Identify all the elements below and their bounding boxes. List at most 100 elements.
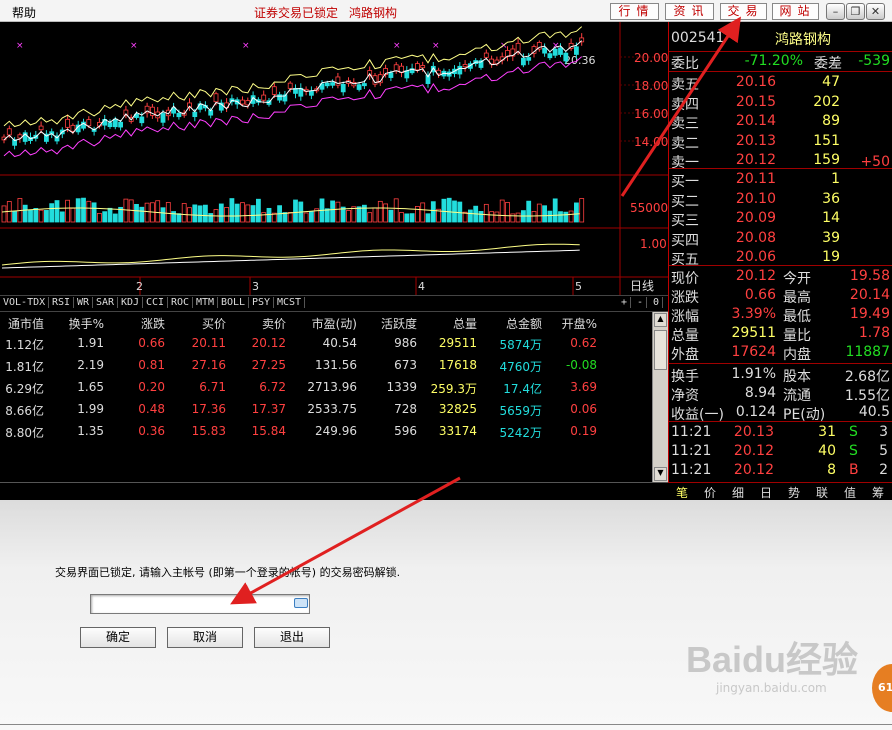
indicator-control[interactable]: 0 — [650, 297, 664, 308]
scroll-up-icon[interactable]: ▲ — [654, 313, 667, 327]
weicha-value: -539 — [858, 53, 890, 69]
stat-value: 19.49 — [849, 306, 890, 322]
indicator-tab-kdj[interactable]: KDJ — [118, 297, 144, 308]
table-cell: 27.25 — [251, 358, 286, 372]
watermark-brand: Baidu经验 — [686, 639, 858, 680]
table-cell: 20.12 — [251, 336, 286, 350]
stat-value: 20.12 — [735, 268, 776, 284]
svg-text:3: 3 — [252, 280, 259, 293]
keyboard-icon[interactable] — [294, 598, 308, 608]
exit-button[interactable]: 退出 — [254, 627, 330, 648]
table-row[interactable]: 1.81亿 2.19 0.81 27.16 27.25 131.56 673 17618 476… — [0, 356, 652, 376]
weibi-label: 委比 — [671, 56, 699, 72]
restore-icon[interactable]: ❐ — [846, 3, 865, 20]
column-header[interactable]: 买价 — [202, 315, 226, 332]
volume-axis-label: 55000 — [630, 201, 668, 215]
indicator-tab-roc[interactable]: ROC — [168, 297, 194, 308]
bid-volume: 19 — [822, 249, 840, 265]
table-row[interactable]: 8.80亿 1.35 0.36 15.83 15.84 249.96 596 33174 524… — [0, 422, 652, 442]
weicha-label: 委差 — [814, 56, 842, 72]
table-row[interactable]: 1.12亿 1.91 0.66 20.11 20.12 40.54 986 29511 5874… — [0, 334, 652, 354]
quote-tab[interactable]: 值 — [844, 484, 856, 501]
svg-text:×: × — [242, 41, 250, 51]
password-input[interactable] — [90, 594, 310, 614]
cancel-button[interactable]: 取消 — [167, 627, 243, 648]
indicator-tab-cci[interactable]: CCI — [143, 297, 169, 308]
quote-tab[interactable]: 联 — [816, 484, 828, 501]
indicator-tab-vol-tdx[interactable]: VOL-TDX — [0, 297, 50, 308]
stock-name: 鸿路钢构 — [775, 32, 831, 48]
table-cell: 17.36 — [191, 402, 226, 416]
indicator-tabs: VOL-TDX RSI WR SAR KDJ CCI ROC MTM BOLL PSY MCST + -… — [0, 295, 668, 312]
tick-time: 11:21 — [671, 443, 712, 459]
indicator-tab-rsi[interactable]: RSI — [49, 297, 75, 308]
table-cell: 0.36 — [138, 424, 165, 438]
table-cell: 131.56 — [315, 358, 357, 372]
ok-button[interactable]: 确定 — [80, 627, 156, 648]
menu-help[interactable]: 帮助 — [12, 4, 36, 21]
ask-volume: 202 — [813, 93, 840, 110]
quote-tab[interactable]: 日 — [760, 484, 772, 501]
table-cell: 1339 — [386, 380, 417, 394]
column-header[interactable]: 卖价 — [262, 315, 286, 332]
quote-tab[interactable]: 价 — [704, 484, 716, 501]
period-label[interactable]: 日线 — [630, 279, 654, 293]
column-header[interactable]: 市盈(动) — [312, 315, 357, 332]
scroll-down-icon[interactable]: ▼ — [654, 467, 667, 481]
bid-level-label: 买二 — [671, 193, 699, 210]
quote-tab[interactable]: 势 — [788, 484, 800, 501]
stat-value: 1.78 — [858, 325, 890, 341]
indicator-axis-label: 1.00 — [640, 237, 667, 251]
indicator-control[interactable]: - — [634, 297, 648, 308]
minimize-icon[interactable]: – — [826, 3, 845, 20]
stat-value: 11887 — [845, 344, 890, 360]
table-row[interactable]: 6.29亿 1.65 0.20 6.71 6.72 2713.96 1339 259.3万 17… — [0, 378, 652, 398]
indicator-control[interactable]: + — [618, 297, 632, 308]
tick-price: 20.12 — [733, 443, 774, 459]
column-header[interactable]: 总量 — [453, 315, 477, 332]
scroll-thumb[interactable] — [654, 330, 667, 370]
svg-text:×: × — [432, 41, 440, 51]
kline-chart[interactable]: 20.00 18.00 16.00 14.00 55000 1.00 日线 20… — [0, 22, 668, 295]
stat-value: 0.66 — [744, 287, 776, 303]
table-row[interactable]: 8.66亿 1.99 0.48 17.36 17.37 2533.75 728 32825 56… — [0, 400, 652, 420]
quote-tab[interactable]: 细 — [732, 484, 744, 501]
stat-label: 最低 — [783, 309, 811, 325]
price-axis-label: 16.00 — [634, 107, 668, 121]
column-header[interactable]: 通市值 — [8, 315, 44, 332]
nav-button-news[interactable]: 资讯 — [665, 3, 714, 20]
quote-tab[interactable]: 筹 — [872, 484, 884, 501]
table-cell: 0.48 — [138, 402, 165, 416]
table-scrollbar[interactable]: ▲ ▼ — [652, 312, 668, 482]
quote-tab[interactable]: 笔 — [676, 484, 688, 501]
close-icon[interactable]: ✕ — [866, 3, 885, 20]
indicator-tab-sar[interactable]: SAR — [93, 297, 119, 308]
nav-button-trade[interactable]: 交易 — [720, 3, 767, 20]
indicator-tab-mtm[interactable]: MTM — [193, 297, 219, 308]
stat-label: 现价 — [671, 271, 699, 287]
price-axis-label: 18.00 — [634, 79, 668, 93]
table-cell: 596 — [394, 424, 417, 438]
nav-button-website[interactable]: 网站 — [772, 3, 819, 20]
kline-chart-canvas: 20.00 18.00 16.00 14.00 55000 1.00 日线 20… — [0, 22, 668, 295]
tick-side: B — [849, 462, 859, 478]
column-header[interactable]: 活跃度 — [381, 315, 417, 332]
table-hscroll[interactable] — [0, 482, 668, 500]
indicator-tab-wr[interactable]: WR — [74, 297, 94, 308]
bid-level-label: 买一 — [671, 174, 699, 190]
stat-value: 3.39% — [731, 306, 776, 322]
lock-status-text: 证券交易已锁定 — [254, 6, 339, 20]
column-header[interactable]: 开盘% — [562, 315, 597, 332]
column-header[interactable]: 换手% — [69, 315, 104, 332]
ask-price: 20.13 — [735, 132, 776, 149]
table-cell: 29511 — [438, 336, 477, 350]
indicator-tab-mcst[interactable]: MCST — [274, 297, 306, 308]
indicator-tab-boll[interactable]: BOLL — [218, 297, 250, 308]
column-header[interactable]: 总金额 — [506, 315, 542, 332]
table-cell: 1.99 — [77, 402, 104, 416]
column-header[interactable]: 涨跌 — [141, 315, 165, 332]
baidu-watermark: Baidu经验 jingyan.baidu.com — [686, 639, 858, 695]
nav-button-market[interactable]: 行情 — [610, 3, 659, 20]
indicator-tab-psy[interactable]: PSY — [249, 297, 275, 308]
bottom-divider — [0, 724, 892, 725]
